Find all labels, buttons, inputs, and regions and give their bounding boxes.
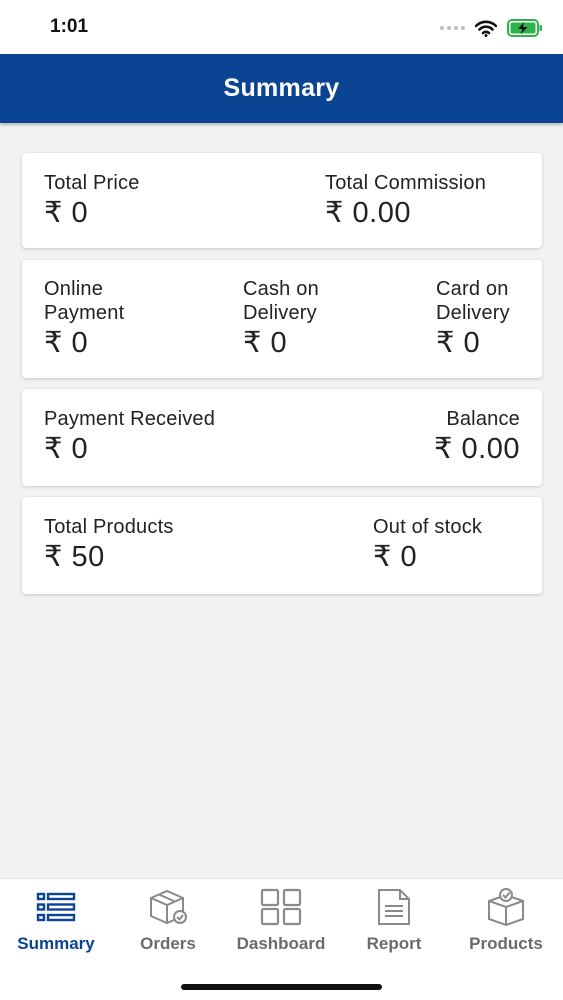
payment-received-label: Payment Received xyxy=(44,408,216,430)
page-title: Summary xyxy=(223,74,340,102)
cash-on-delivery-value: ₹ 0 xyxy=(243,327,288,359)
balance-field: Balance ₹ 0.00 xyxy=(434,407,520,466)
package-icon xyxy=(484,887,528,927)
card-on-delivery-value: ₹ 0 xyxy=(436,327,481,359)
cellular-signal-icon xyxy=(440,26,465,30)
status-bar: 1:01 xyxy=(0,0,563,54)
online-payment-value: ₹ 0 xyxy=(44,327,89,359)
online-payment-label-line1: Online xyxy=(44,278,104,300)
balance-label: Balance xyxy=(446,408,520,430)
app-header: Summary xyxy=(0,54,563,123)
list-icon xyxy=(34,887,78,927)
tab-report[interactable]: Report xyxy=(338,879,450,969)
payment-balance-card: Payment Received ₹ 0 Balance ₹ 0.00 xyxy=(22,389,542,486)
wifi-icon xyxy=(475,20,497,37)
balance-value: ₹ 0.00 xyxy=(434,433,520,465)
tab-summary-label: Summary xyxy=(17,934,95,953)
bottom-tab-bar: Summary Orders Dashboard Report Products xyxy=(0,878,563,1000)
document-icon xyxy=(372,887,416,927)
total-price-value: ₹ 0 xyxy=(44,197,89,229)
total-commission-label: Total Commission xyxy=(325,172,487,194)
total-price-label: Total Price xyxy=(44,172,140,194)
card-on-delivery-field: Card on Delivery ₹ 0 xyxy=(436,277,510,360)
tab-dashboard[interactable]: Dashboard xyxy=(225,879,337,969)
card-on-delivery-label-line2: Delivery xyxy=(436,302,510,324)
tab-summary[interactable]: Summary xyxy=(0,879,112,969)
total-price-field: Total Price ₹ 0 xyxy=(44,171,140,230)
tab-products-label: Products xyxy=(469,934,543,953)
total-products-field: Total Products ₹ 50 xyxy=(44,515,174,574)
cash-on-delivery-label-line2: Delivery xyxy=(243,302,317,324)
cash-on-delivery-label-line1: Cash on xyxy=(243,278,319,300)
online-payment-label-line2: Payment xyxy=(44,302,125,324)
grid-icon xyxy=(259,887,303,927)
tab-report-label: Report xyxy=(366,934,422,953)
tab-orders[interactable]: Orders xyxy=(112,879,224,969)
payment-received-field: Payment Received ₹ 0 xyxy=(44,407,215,466)
box-check-icon xyxy=(146,887,190,927)
out-of-stock-value: ₹ 0 xyxy=(373,541,418,573)
out-of-stock-label: Out of stock xyxy=(373,516,483,538)
total-products-label: Total Products xyxy=(44,516,174,538)
battery-charging-icon xyxy=(507,19,542,37)
cash-on-delivery-field: Cash on Delivery ₹ 0 xyxy=(243,277,319,360)
tab-dashboard-label: Dashboard xyxy=(236,934,326,953)
total-products-value: ₹ 50 xyxy=(44,541,105,573)
products-card: Total Products ₹ 50 Out of stock ₹ 0 xyxy=(22,497,542,594)
status-time: 1:01 xyxy=(50,16,89,37)
payment-methods-card: Online Payment ₹ 0 Cash on Delivery ₹ 0 … xyxy=(22,260,542,378)
payment-received-value: ₹ 0 xyxy=(44,433,89,465)
total-commission-value: ₹ 0.00 xyxy=(325,197,411,229)
total-commission-field: Total Commission ₹ 0.00 xyxy=(325,171,486,230)
status-icons xyxy=(440,17,543,39)
out-of-stock-field: Out of stock ₹ 0 xyxy=(373,515,482,574)
home-indicator xyxy=(181,984,382,990)
card-on-delivery-label-line1: Card on xyxy=(436,278,509,300)
online-payment-field: Online Payment ₹ 0 xyxy=(44,277,124,360)
totals-card: Total Price ₹ 0 Total Commission ₹ 0.00 xyxy=(22,153,542,248)
tab-products[interactable]: Products xyxy=(450,879,562,969)
tab-orders-label: Orders xyxy=(140,934,196,953)
